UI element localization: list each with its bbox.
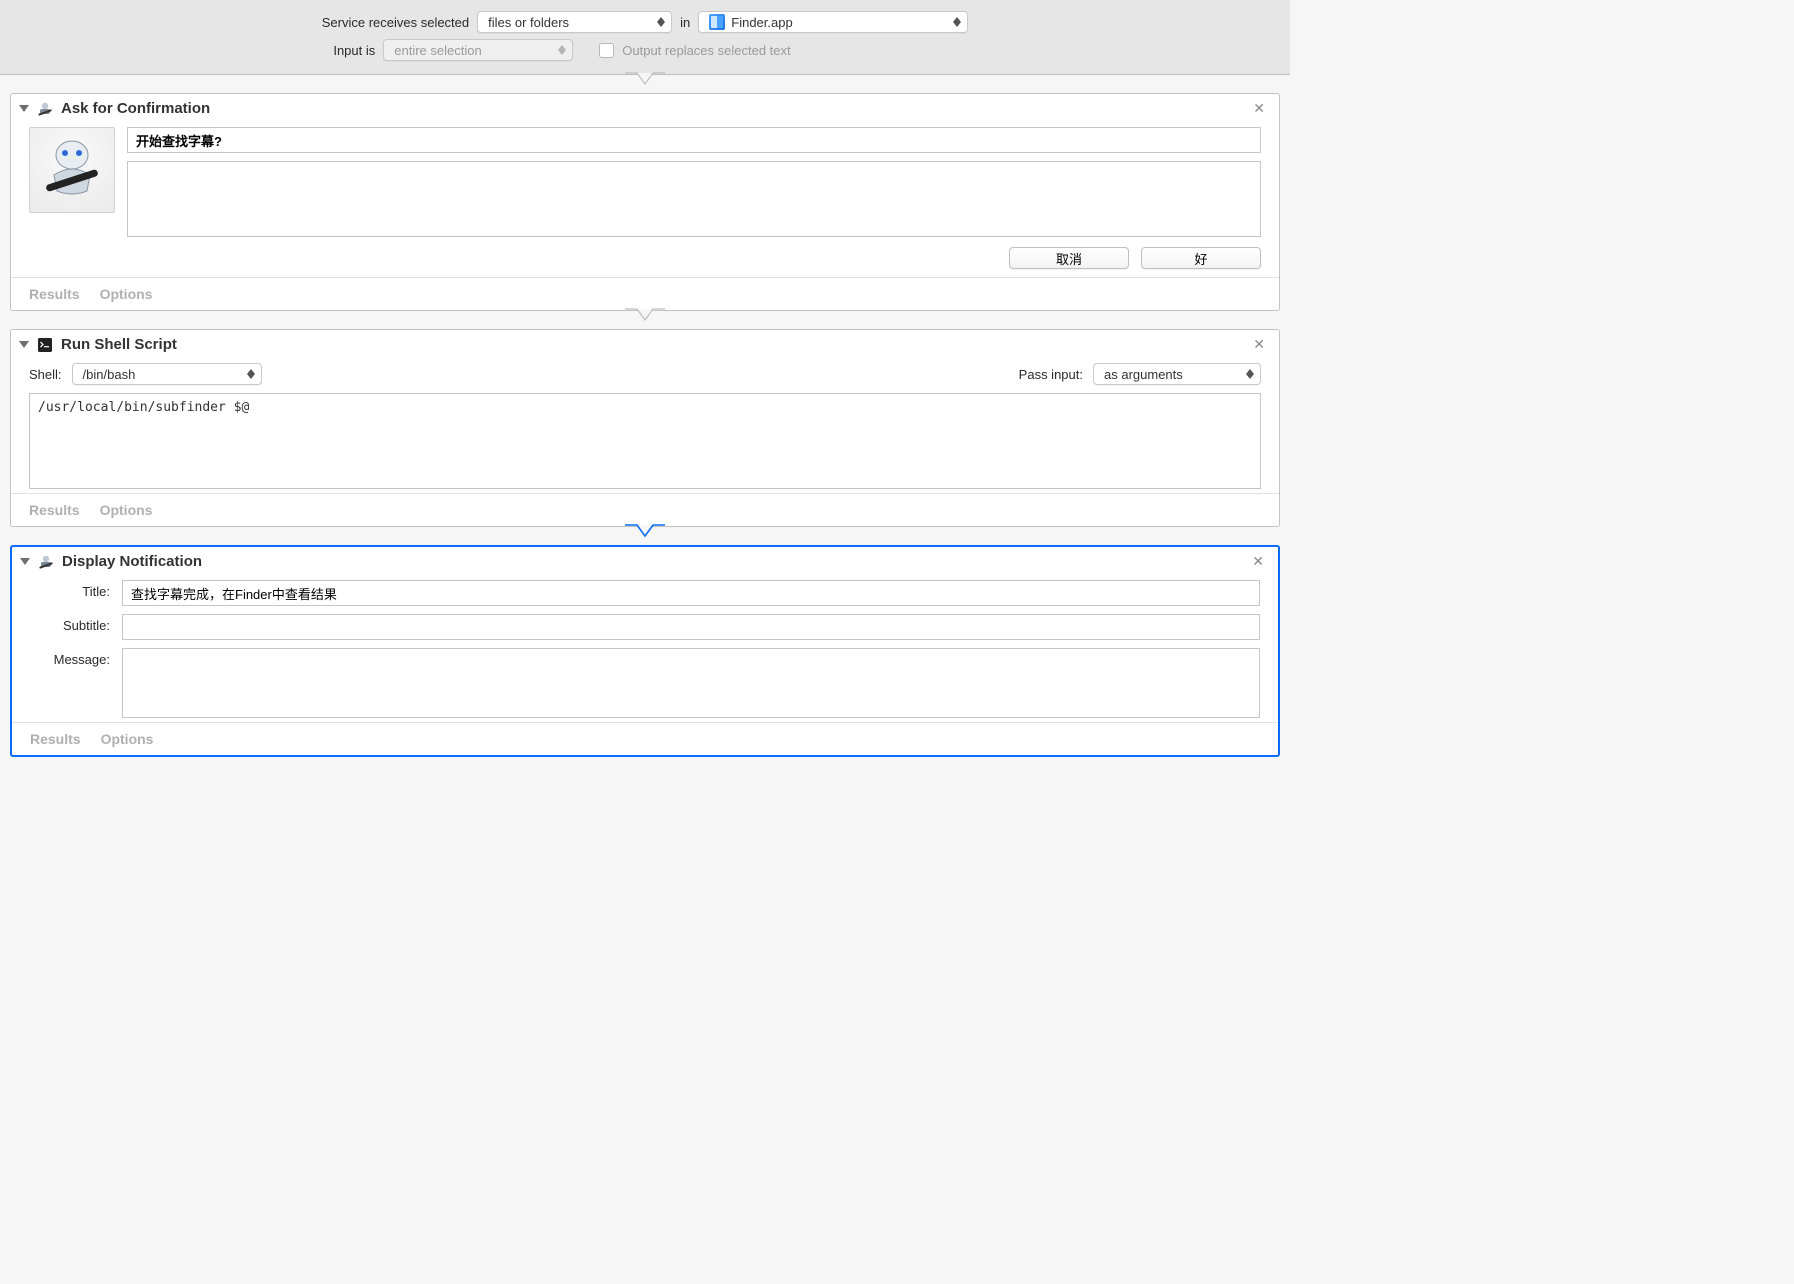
input-is-select-value: entire selection — [394, 43, 481, 58]
remove-action-button[interactable]: ✕ — [1249, 100, 1269, 117]
ok-button[interactable]: 好 — [1141, 247, 1261, 269]
workflow-connector — [0, 309, 1290, 329]
results-tab[interactable]: Results — [30, 731, 81, 747]
output-replaces-label: Output replaces selected text — [622, 43, 790, 58]
shell-label: Shell: — [29, 367, 62, 382]
application-select[interactable]: Finder.app — [698, 11, 968, 33]
output-replaces-checkbox — [599, 43, 614, 58]
select-stepper-icon — [1243, 366, 1257, 382]
shell-select-value: /bin/bash — [83, 367, 136, 382]
select-stepper-icon — [950, 14, 964, 30]
automator-action-icon — [38, 554, 54, 570]
action-display-notification[interactable]: Display Notification ✕ Title: Subtitle: … — [10, 545, 1280, 757]
pass-input-label: Pass input: — [1019, 367, 1083, 382]
confirmation-prompt-input[interactable] — [127, 127, 1261, 153]
shell-script-editor[interactable]: /usr/local/bin/subfinder $@ — [29, 393, 1261, 489]
confirmation-details-input[interactable] — [127, 161, 1261, 237]
results-tab[interactable]: Results — [29, 502, 80, 518]
select-stepper-icon — [654, 14, 668, 30]
automator-robot-icon — [29, 127, 115, 213]
service-config-bar: Service receives selected files or folde… — [0, 0, 1290, 75]
action-title: Display Notification — [62, 553, 202, 570]
pass-input-select[interactable]: as arguments — [1093, 363, 1261, 385]
notification-subtitle-input[interactable] — [122, 614, 1260, 640]
remove-action-button[interactable]: ✕ — [1249, 336, 1269, 353]
in-label: in — [680, 15, 690, 30]
disclosure-triangle-icon[interactable] — [20, 558, 30, 565]
action-ask-for-confirmation[interactable]: Ask for Confirmation ✕ 取消 好 Results — [10, 93, 1280, 311]
action-title: Run Shell Script — [61, 336, 177, 353]
remove-action-button[interactable]: ✕ — [1248, 553, 1268, 570]
options-tab[interactable]: Options — [100, 286, 153, 302]
workflow-connector — [0, 525, 1290, 545]
notification-subtitle-label: Subtitle: — [30, 614, 110, 633]
select-stepper-icon — [244, 366, 258, 382]
receives-label: Service receives selected — [322, 15, 469, 30]
terminal-icon — [37, 337, 53, 353]
action-run-shell-script[interactable]: Run Shell Script ✕ Shell: /bin/bash Pass… — [10, 329, 1280, 527]
workflow-connector — [0, 73, 1290, 93]
receives-select[interactable]: files or folders — [477, 11, 672, 33]
pass-input-select-value: as arguments — [1104, 367, 1183, 382]
input-is-select: entire selection — [383, 39, 573, 61]
action-title: Ask for Confirmation — [61, 100, 210, 117]
disclosure-triangle-icon[interactable] — [19, 105, 29, 112]
options-tab[interactable]: Options — [100, 502, 153, 518]
receives-select-value: files or folders — [488, 15, 569, 30]
options-tab[interactable]: Options — [101, 731, 154, 747]
notification-title-input[interactable] — [122, 580, 1260, 606]
cancel-button[interactable]: 取消 — [1009, 247, 1129, 269]
input-is-label: Input is — [333, 43, 375, 58]
application-select-value: Finder.app — [731, 15, 792, 30]
results-tab[interactable]: Results — [29, 286, 80, 302]
notification-title-label: Title: — [30, 580, 110, 599]
notification-message-label: Message: — [30, 648, 110, 667]
automator-action-icon — [37, 101, 53, 117]
notification-message-input[interactable] — [122, 648, 1260, 718]
finder-icon — [709, 14, 725, 30]
shell-select[interactable]: /bin/bash — [72, 363, 262, 385]
disclosure-triangle-icon[interactable] — [19, 341, 29, 348]
select-stepper-icon — [555, 42, 569, 58]
